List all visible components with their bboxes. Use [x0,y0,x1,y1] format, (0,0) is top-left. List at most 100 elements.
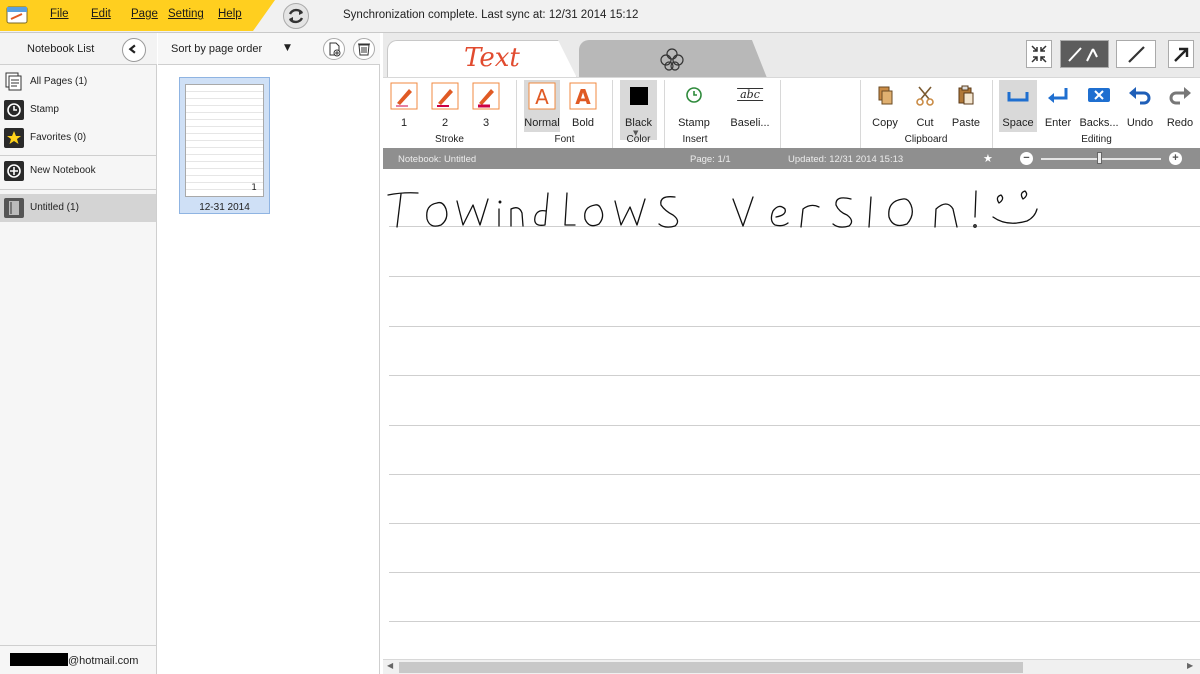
button-label: Black [625,117,652,129]
button-label: Redo [1166,117,1194,129]
ruled-line [389,621,1200,622]
redo-button[interactable]: Redo [1162,80,1198,132]
svg-text:A: A [535,85,549,109]
sidebar-item-all-pages[interactable]: All Pages (1) [0,68,156,96]
sidebar-item-favorites[interactable]: Favorites (0) [0,124,156,152]
redo-icon [1169,87,1191,105]
divider [780,80,781,148]
sync-button[interactable] [283,3,309,29]
notebook-sidebar: Notebook List All Pages (1) Stamp Favori… [0,33,157,674]
page-thumbnail[interactable]: 1 12-31 2014 [179,77,270,214]
page-info-bar: Notebook: Untitled Page: 1/1 Updated: 12… [383,148,1200,169]
divider [0,189,156,190]
sort-dropdown[interactable]: Sort by page order [171,43,262,55]
sidebar-item-label: Stamp [30,104,59,115]
ruled-line [389,425,1200,426]
dropdown-arrow-icon[interactable]: ▼ [284,43,291,53]
zoom-in-button[interactable]: + [1169,152,1182,165]
enter-button[interactable]: Enter [1040,80,1076,132]
menu-page[interactable]: Page [131,8,158,20]
paste-button[interactable]: Paste [948,80,984,132]
baseline-button[interactable]: abc Baseli... [727,80,773,132]
button-label: Paste [951,117,981,129]
delete-page-button[interactable] [353,38,375,60]
menu-file[interactable]: File [50,8,69,20]
button-label: Space [1002,117,1034,129]
tab-text-label: Text [464,43,520,73]
sync-icon [288,8,304,24]
pen-icon [1128,46,1145,63]
font-bold-button[interactable]: A Bold [565,80,601,132]
add-page-icon [329,42,341,57]
notebook-untitled[interactable]: Untitled (1) [0,194,156,222]
star-icon[interactable]: ★ [983,152,993,165]
redacted-block [10,653,68,666]
pen-only-button[interactable] [1116,40,1156,68]
pages-icon [5,72,22,91]
expand-button[interactable] [1168,40,1194,68]
group-label-color: Color [626,134,651,145]
pen-mode-button[interactable] [1060,40,1109,68]
stamp-button[interactable]: Stamp [674,80,714,132]
scroll-right-icon[interactable]: ▶ [1187,661,1193,670]
flower-icon [660,48,684,71]
notebook-list-title: Notebook List [27,43,95,55]
notebook-icon [4,198,24,218]
ruled-line [389,474,1200,475]
color-black-button[interactable]: Black ▼ [620,80,657,140]
svg-text:A: A [575,85,591,109]
cut-button[interactable]: Cut [908,80,942,132]
space-button[interactable]: Space [999,80,1037,132]
undo-button[interactable]: Undo [1122,80,1158,132]
tab-draw[interactable] [579,40,767,78]
backspace-button[interactable]: Backs... [1079,80,1119,132]
font-normal-button[interactable]: A Normal [524,80,560,132]
paste-icon [958,85,974,105]
tab-text[interactable]: Text [387,40,577,78]
pen-touch-icon [1068,47,1098,62]
writing-page[interactable] [383,169,1200,659]
font-bold-icon: A [569,82,597,110]
top-bar: File Edit Page Setting Help Synchronizat… [0,0,1200,33]
scrollbar-thumb[interactable] [399,662,1023,673]
group-label-stroke: Stroke [435,134,464,145]
group-label-editing: Editing [1081,134,1112,145]
pen-stroke-icon [431,82,459,110]
chevron-left-icon [128,44,136,54]
menu-help[interactable]: Help [218,8,242,20]
ribbon-toolbar: 1 2 3 Stroke A Normal A Bold Font Black … [383,77,1200,148]
add-page-button[interactable] [323,38,345,60]
button-label: Copy [872,117,898,129]
stroke-2-button[interactable]: 2 [428,80,462,132]
menu-edit[interactable]: Edit [91,8,111,20]
handwriting-ink [387,190,1038,228]
scissors-icon [916,86,934,106]
horizontal-scrollbar[interactable]: ◀ ▶ [383,659,1200,674]
updated-time: Updated: 12/31 2014 15:13 [788,154,904,165]
button-label: 2 [441,117,449,129]
star-icon [4,128,24,148]
new-notebook-button[interactable]: New Notebook [0,157,156,185]
copy-button[interactable]: Copy [868,80,902,132]
stroke-3-button[interactable]: 3 [469,80,503,132]
collapse-sidebar-button[interactable] [122,38,146,62]
ruled-line [389,572,1200,573]
app-window: File Edit Page Setting Help Synchronizat… [0,0,1200,674]
app-logo-icon[interactable] [6,5,28,25]
divider [0,155,156,156]
fit-screen-button[interactable] [1026,40,1052,68]
scroll-left-icon[interactable]: ◀ [387,661,393,670]
clock-icon [686,87,702,103]
notebook-list-header: Notebook List [0,33,157,65]
sidebar-item-stamp[interactable]: Stamp [0,96,156,124]
undo-icon [1129,87,1151,105]
font-normal-icon: A [528,82,556,110]
button-label: Backs... [1079,117,1119,129]
zoom-out-button[interactable]: − [1020,152,1033,165]
zoom-slider-handle[interactable] [1097,152,1102,164]
group-label-clipboard: Clipboard [904,134,948,145]
button-label: 3 [482,117,490,129]
menu-setting[interactable]: Setting [168,8,204,20]
button-label: Enter [1044,117,1072,129]
stroke-1-button[interactable]: 1 [387,80,421,132]
